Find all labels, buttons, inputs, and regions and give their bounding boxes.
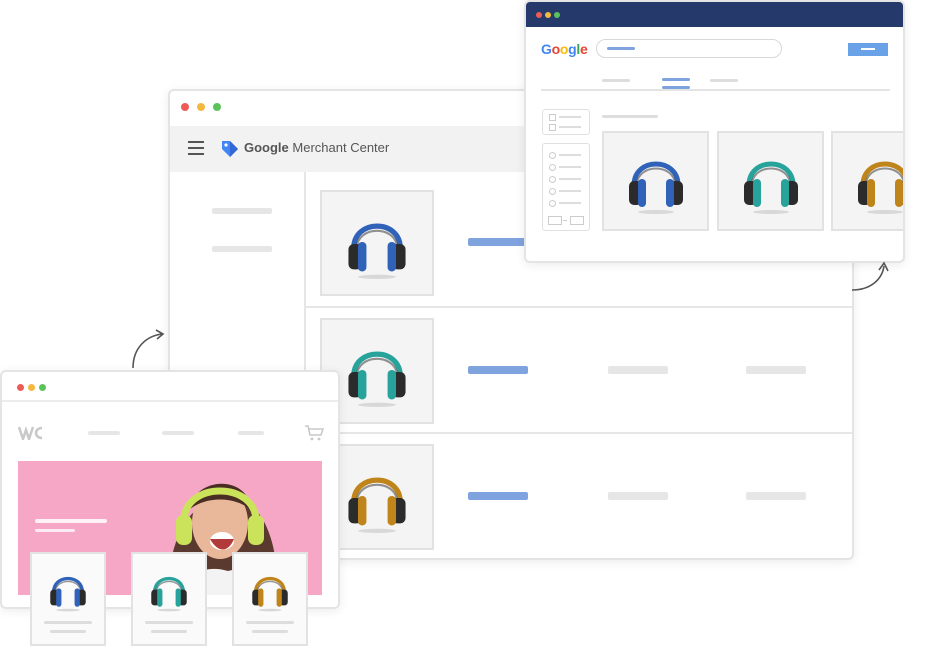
card-title-bar — [145, 621, 193, 624]
maximize-dot[interactable] — [39, 384, 46, 391]
card-price-bar — [50, 630, 86, 633]
close-dot[interactable] — [181, 103, 189, 111]
close-dot[interactable] — [17, 384, 24, 391]
google-logo-letter: o — [559, 41, 569, 57]
cart-icon[interactable] — [304, 425, 324, 441]
hero-heading-bar — [35, 519, 107, 523]
product-field-bar — [608, 366, 668, 374]
filter-panel — [542, 109, 590, 135]
merchant-brand: Google Merchant Center — [244, 140, 389, 155]
headphones-image — [48, 566, 88, 612]
shopping-result-tile[interactable] — [717, 131, 824, 231]
card-title-bar — [44, 621, 92, 624]
product-field-bar — [608, 492, 668, 500]
product-row[interactable] — [306, 434, 852, 558]
maximize-dot[interactable] — [554, 12, 560, 18]
product-title-bar — [468, 366, 528, 374]
shop-product-card[interactable] — [232, 552, 308, 646]
product-title-bar — [468, 492, 528, 500]
shop-product-card[interactable] — [30, 552, 106, 646]
arrow-icon — [132, 329, 165, 369]
headphones-image — [741, 145, 801, 215]
brand-merchant-center: Merchant Center — [292, 140, 390, 155]
headphones-image — [345, 206, 409, 280]
tabs-divider — [541, 89, 890, 91]
shop-nav-item[interactable] — [162, 431, 194, 435]
product-field-bar — [746, 492, 806, 500]
product-row[interactable] — [306, 308, 852, 434]
card-price-bar — [252, 630, 288, 633]
minimize-dot[interactable] — [197, 103, 205, 111]
shop-nav-item[interactable] — [88, 431, 120, 435]
sidebar-item[interactable] — [212, 246, 272, 252]
headphones-image — [250, 566, 290, 612]
product-tile[interactable] — [320, 190, 434, 296]
headphones-image — [626, 145, 686, 215]
filter-panel — [542, 143, 590, 231]
google-logo-letter: o — [551, 41, 561, 57]
page: { "merchant": { "brand_name": "Google Me… — [0, 0, 937, 647]
google-logo-letter: G — [541, 41, 552, 57]
search-tab[interactable] — [602, 79, 630, 82]
shop-nav-item[interactable] — [238, 431, 264, 435]
results-heading-bar — [602, 115, 658, 118]
headphones-image — [855, 145, 905, 215]
sidebar-item[interactable] — [212, 208, 272, 214]
hamburger-icon[interactable] — [188, 141, 204, 155]
google-logo: Google — [541, 41, 588, 57]
headphones-image — [345, 334, 409, 408]
headphones-image — [149, 566, 189, 612]
minimize-dot[interactable] — [545, 12, 551, 18]
google-logo-text: Google — [541, 41, 588, 57]
search-tab[interactable] — [710, 79, 738, 82]
arrow-icon — [851, 261, 889, 291]
google-search-window: Google — [524, 0, 905, 263]
close-dot[interactable] — [536, 12, 542, 18]
product-title-bar — [468, 238, 528, 246]
minimize-dot[interactable] — [28, 384, 35, 391]
product-field-bar — [746, 366, 806, 374]
maximize-dot[interactable] — [213, 103, 221, 111]
search-titlebar — [526, 2, 903, 27]
shop-logo-icon[interactable] — [18, 426, 44, 440]
shop-titlebar — [2, 372, 338, 402]
merchant-tag-icon — [222, 141, 238, 157]
card-price-bar — [151, 630, 187, 633]
hero-subheading-bar — [35, 529, 75, 532]
shopping-result-tile[interactable] — [602, 131, 709, 231]
brand-google: Google — [244, 140, 289, 155]
card-title-bar — [246, 621, 294, 624]
google-logo-letter: e — [579, 41, 588, 57]
search-button[interactable] — [848, 43, 888, 56]
shopping-result-tile[interactable] — [831, 131, 905, 231]
search-input[interactable] — [596, 39, 782, 58]
headphones-image — [345, 460, 409, 534]
shop-product-card[interactable] — [131, 552, 207, 646]
